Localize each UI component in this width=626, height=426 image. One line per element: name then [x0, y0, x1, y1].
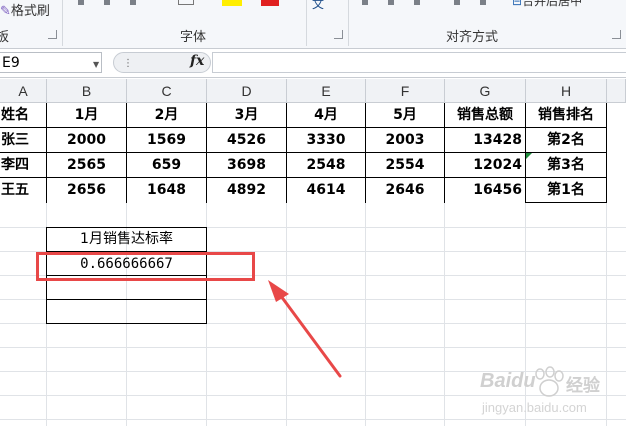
watermark-domain: jingyan.baidu.com — [482, 400, 587, 415]
watermark-suffix: 经验 — [566, 376, 600, 396]
annotation-arrow-icon — [268, 280, 342, 378]
baidu-watermark: Baidu 经验 jingyan.baidu.com — [470, 364, 620, 422]
watermark-brand: Baidu — [480, 370, 536, 392]
